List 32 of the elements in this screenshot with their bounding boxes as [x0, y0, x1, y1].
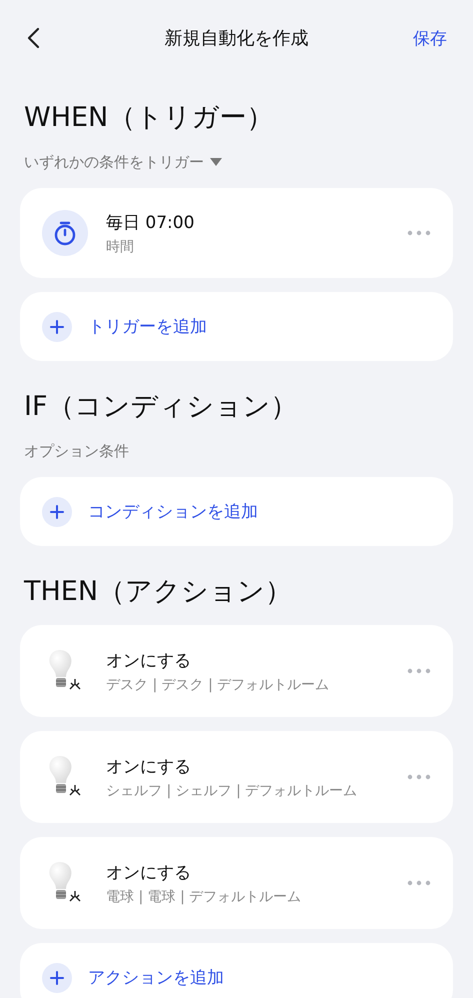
condition-dropdown[interactable]: いずれかの条件をトリガー: [24, 152, 222, 172]
trigger-card[interactable]: 毎日 07:00 時間: [20, 188, 453, 278]
plus-icon: [42, 962, 72, 992]
item-title: オンにする: [106, 650, 192, 672]
item-detail: 電球 | 電球 | デフォルトルーム: [106, 888, 302, 906]
item-detail: 時間: [106, 238, 135, 256]
section-title: WHEN（トリガー）: [24, 101, 274, 135]
item-title: オンにする: [106, 756, 192, 778]
item-title: オンにする: [106, 862, 192, 884]
stopwatch-icon: [42, 210, 88, 256]
item-title: 毎日 07:00: [106, 212, 196, 234]
back-icon[interactable]: [26, 27, 40, 49]
section-title: IF（コンディション）: [24, 390, 298, 424]
action-card[interactable]: オンにする シェルフ | シェルフ | デフォルトルーム: [20, 731, 453, 823]
add-button[interactable]: コンディションを追加: [20, 477, 453, 546]
page-title: 新規自動化を作成: [164, 27, 308, 50]
plus-icon: [42, 496, 72, 526]
item-detail: シェルフ | シェルフ | デフォルトルーム: [106, 782, 358, 800]
add-button[interactable]: アクションを追加: [20, 943, 453, 998]
add-button[interactable]: トリガーを追加: [20, 292, 453, 361]
plus-icon: [42, 312, 72, 342]
more-icon[interactable]: [407, 774, 431, 780]
section-note: オプション条件: [24, 441, 129, 461]
save-button[interactable]: 保存: [413, 26, 447, 50]
more-icon[interactable]: [407, 230, 431, 236]
item-detail: デスク | デスク | デフォルトルーム: [106, 676, 330, 694]
action-card[interactable]: オンにする 電球 | 電球 | デフォルトルーム: [20, 837, 453, 929]
more-icon[interactable]: [407, 668, 431, 674]
caret-icon: [210, 158, 222, 166]
section-title: THEN（アクション）: [24, 575, 294, 609]
action-card[interactable]: オンにする デスク | デスク | デフォルトルーム: [20, 625, 453, 717]
more-icon[interactable]: [407, 880, 431, 886]
